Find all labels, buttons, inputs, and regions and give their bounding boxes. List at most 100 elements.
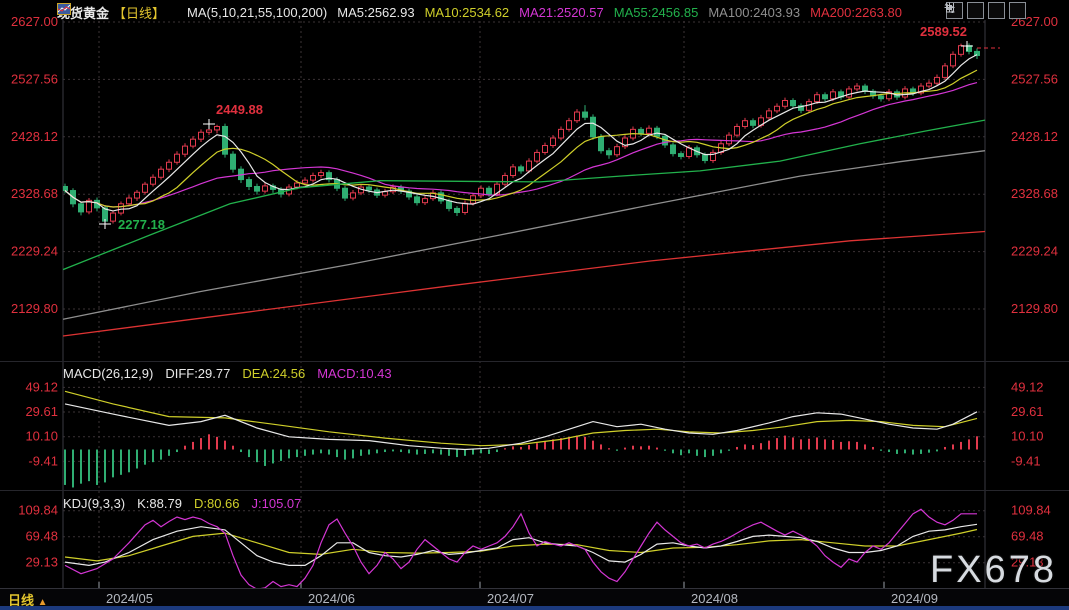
candle xyxy=(750,120,756,126)
chart-toolbar xyxy=(944,2,1026,19)
candle xyxy=(422,198,428,204)
price-chart-canvas[interactable]: 2627.00 2627.002527.56 2527.562428.12 2428.… xyxy=(0,0,1069,610)
candle xyxy=(166,161,172,170)
price-axis-label: 2328.68 xyxy=(11,186,58,201)
kdj-k-value: K:88.79 xyxy=(137,496,182,511)
macd-axis-label: 49.12 xyxy=(25,379,58,394)
candle xyxy=(510,166,516,177)
x-axis-date-label: 2024/08 xyxy=(691,591,738,606)
ma10-value: MA10:2534.62 xyxy=(424,5,510,20)
candle xyxy=(214,125,220,131)
macd-axis-label: 29.61 xyxy=(25,404,58,419)
candle xyxy=(118,203,124,214)
candle xyxy=(582,111,588,118)
candle xyxy=(742,120,748,127)
price-annotation: 2277.18 xyxy=(118,217,165,232)
zoom-vertical-axis-icon[interactable] xyxy=(944,2,984,19)
candle xyxy=(446,200,452,209)
candle xyxy=(150,176,156,185)
candle xyxy=(366,186,372,191)
kdj-header: KDJ(9,3,3) K:88.79 D:80.66 J:105.07 xyxy=(63,496,301,511)
ma200-line xyxy=(63,230,985,337)
price-axis-label: 2229.24 xyxy=(1011,244,1058,259)
price-axis-label: 2129.80 xyxy=(11,301,58,316)
candle xyxy=(606,150,612,156)
candle xyxy=(598,136,604,152)
candle xyxy=(702,154,708,162)
candle xyxy=(318,172,324,177)
candle xyxy=(822,94,828,100)
candle xyxy=(462,202,468,213)
kdj-name: KDJ(9,3,3) xyxy=(63,496,126,511)
kdj-axis-label: 29.13 xyxy=(25,555,58,570)
price-axis-label: 2229.24 xyxy=(11,244,58,259)
candle xyxy=(254,186,260,192)
candle xyxy=(78,203,84,213)
kdj-axis-label: 109.84 xyxy=(1011,503,1051,518)
candle xyxy=(198,131,204,140)
candle xyxy=(566,120,572,130)
x-axis-date-label: 2024/06 xyxy=(308,591,355,606)
price-axis-label: 2428.12 xyxy=(1011,129,1058,144)
macd-axis-label: 10.10 xyxy=(1011,429,1044,444)
candle xyxy=(470,195,476,204)
candle xyxy=(726,134,732,145)
candle xyxy=(574,111,580,122)
ma21-value: MA21:2520.57 xyxy=(519,5,604,20)
candle xyxy=(542,145,548,153)
candle xyxy=(502,175,508,185)
candle xyxy=(230,153,236,170)
candle xyxy=(734,125,740,136)
candle xyxy=(246,179,252,188)
candle xyxy=(126,197,132,205)
candle xyxy=(310,175,316,181)
candle xyxy=(814,94,820,103)
macd-header: MACD(26,12,9) DIFF:29.77 DEA:24.56 MACD:… xyxy=(63,366,392,381)
macd-dea-line xyxy=(64,390,978,447)
candle xyxy=(790,99,796,107)
go-to-latest-icon[interactable] xyxy=(945,2,1026,19)
x-axis-bar: 日线 ▲ 2024/05 2024/06 2024/07 2024/08 2024/09 xyxy=(0,588,1069,608)
x-axis-date-label: 2024/07 xyxy=(487,591,534,606)
ma21-line xyxy=(64,82,978,208)
candle xyxy=(782,99,788,107)
candle xyxy=(558,128,564,139)
candle xyxy=(182,145,188,155)
candle xyxy=(302,179,308,184)
candle xyxy=(958,45,964,55)
candle xyxy=(590,116,596,138)
zoom-horizontal-axis-icon[interactable] xyxy=(946,2,1005,19)
kdj-axis-label: 109.84 xyxy=(18,503,58,518)
kdj-d-value: D:80.66 xyxy=(193,496,240,511)
macd-axis-label: 10.10 xyxy=(25,429,58,444)
price-axis-label: 2129.80 xyxy=(1011,301,1058,316)
candle xyxy=(110,212,116,222)
bottom-accent-strip xyxy=(0,606,1069,610)
price-axis-label: 2428.12 xyxy=(11,129,58,144)
candle xyxy=(134,191,140,199)
candle xyxy=(190,138,196,147)
macd-axis-label: 49.12 xyxy=(1011,379,1044,394)
price-annotation: 2589.52 xyxy=(920,24,967,39)
candle xyxy=(142,183,148,193)
candle xyxy=(526,160,532,172)
candle xyxy=(950,53,956,67)
candle xyxy=(350,192,356,199)
candle xyxy=(414,196,420,204)
ma55-value: MA55:2456.85 xyxy=(613,5,699,20)
price-axis-label: 2328.68 xyxy=(1011,186,1058,201)
macd-name: MACD(26,12,9) xyxy=(63,366,154,381)
macd-diff-value: DIFF:29.77 xyxy=(165,366,231,381)
candle xyxy=(206,129,212,133)
candle xyxy=(830,91,836,100)
price-axis-label: 2627.00 xyxy=(11,14,58,29)
candle xyxy=(854,85,860,90)
candle xyxy=(638,128,644,134)
watermark: FX678 xyxy=(930,549,1057,591)
kdj-j-value: J:105.07 xyxy=(251,496,302,511)
price-axis-label: 2527.56 xyxy=(1011,71,1058,86)
macd-axis-label: -9.41 xyxy=(28,453,58,468)
x-axis-date-label: 2024/09 xyxy=(891,591,938,606)
ma-settings-label: MA(5,10,21,55,100,200) xyxy=(187,5,328,20)
candle xyxy=(294,182,300,188)
